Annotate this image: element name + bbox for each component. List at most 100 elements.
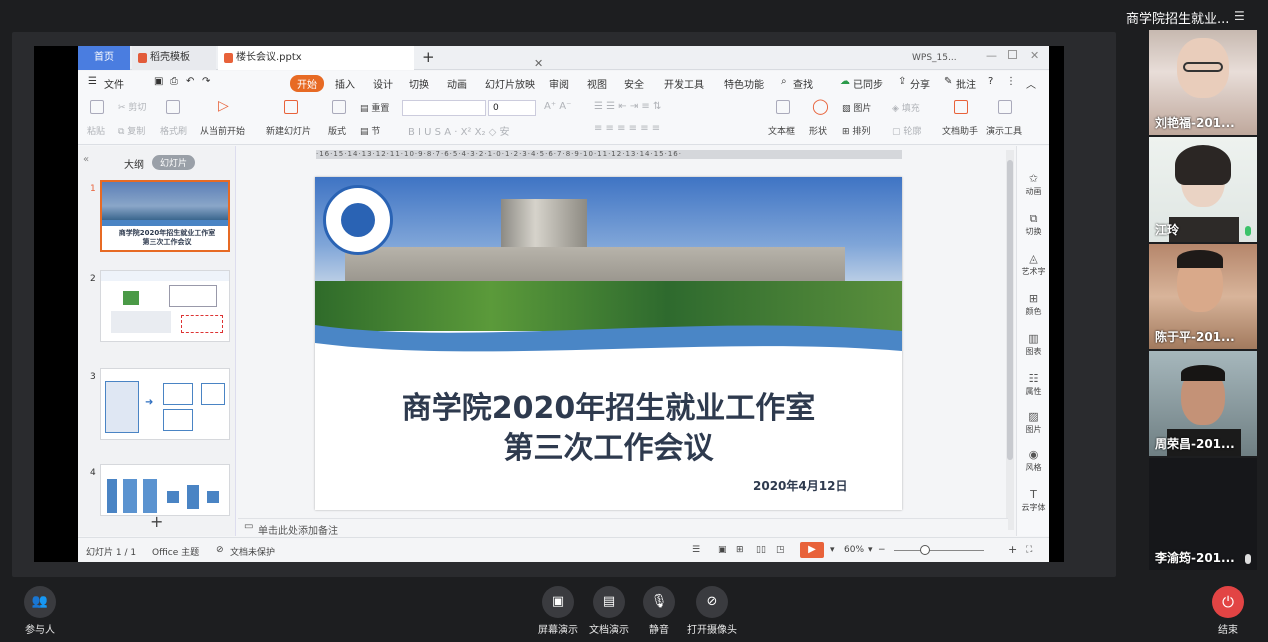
menu-start[interactable]: 开始 [290,75,324,92]
redo-icon[interactable]: ↷ [202,76,210,87]
reset-button[interactable]: ▤ 重置 [360,101,389,114]
side-image[interactable]: ▨ 图片 [1017,410,1049,435]
side-chart[interactable]: ▥ 图表 [1017,332,1049,357]
print-icon[interactable]: ⎙ [170,76,178,87]
play-from-current-icon[interactable]: ▷ [218,98,229,114]
participant-video[interactable]: 刘艳福-201... [1149,30,1257,135]
menu-animation[interactable]: 动画 [447,76,467,91]
presenter-view-icon[interactable]: ◳ [776,545,785,555]
bullets-icon[interactable]: ☰ ☰ ⇤ ⇥ ≡ ⇅ [594,101,661,112]
menu-security[interactable]: 安全 [624,76,644,91]
menu-review[interactable]: 审阅 [549,76,569,91]
collapse-panel-icon[interactable]: « [83,154,89,165]
reading-view-icon[interactable]: ▯▯ [756,545,766,555]
maximize-icon[interactable] [1008,50,1017,59]
hamburger-icon[interactable]: ☰ [88,76,97,87]
side-properties[interactable]: ☷ 属性 [1017,372,1049,397]
participant-video[interactable]: 陈于平-201... [1149,244,1257,349]
zoom-in-icon[interactable]: + [1008,543,1017,556]
format-painter-icon[interactable] [166,100,180,114]
copy-button[interactable]: ⧉ 复制 [118,124,145,137]
tab-templates[interactable]: 稻壳模板 [132,46,216,70]
arrange-button[interactable]: ⊞ 排列 [842,124,870,137]
zoom-slider[interactable] [894,550,984,551]
save-icon[interactable]: ▣ [154,76,163,87]
protection-status[interactable]: 文档未保护 [230,545,275,558]
participant-video[interactable]: 周荣昌-201... [1149,351,1257,456]
font-style-buttons[interactable]: B I U S A · X² X₂ ◇ 安 [408,123,510,138]
play-menu-icon[interactable]: ▾ [830,545,835,555]
shape-icon[interactable]: ◯ [812,97,829,115]
tab-document[interactable]: 楼长会议.pptx ✕ [218,46,543,70]
tab-slides[interactable]: 幻灯片 [152,155,196,170]
sorter-view-icon[interactable]: ⊞ [736,545,744,555]
help-icon[interactable]: ? [988,76,993,87]
menu-features[interactable]: 特色功能 [724,76,764,91]
normal-view-icon[interactable]: ▣ [718,545,727,555]
menu-developer[interactable]: 开发工具 [664,76,704,91]
participant-video[interactable]: 江玲 [1149,137,1257,242]
paste-icon[interactable] [90,100,104,114]
new-slide-button[interactable]: 新建幻灯片 [266,124,311,137]
end-meeting-button[interactable]: ⏻ 结束 [1198,586,1258,636]
new-slide-icon[interactable] [284,100,298,114]
slide-thumbnail-1[interactable]: 商学院2020年招生就业工作室 第三次工作会议 [100,180,230,252]
format-painter-button[interactable]: 格式刷 [160,124,187,137]
doc-assistant-icon[interactable] [954,100,968,114]
menu-transition[interactable]: 切换 [409,76,429,91]
more-icon[interactable]: ⋮ [1006,76,1016,87]
align-icon[interactable]: ≡ ≡ ≡ ≡ ≡ ≡ [594,123,660,134]
play-slideshow-icon[interactable]: ▶ [800,542,824,558]
font-size-field[interactable]: 0 [488,100,536,116]
menu-insert[interactable]: 插入 [335,76,355,91]
layout-button[interactable]: 版式 [328,124,346,137]
shape-button[interactable]: 形状 [809,124,827,137]
side-cloud-font[interactable]: T 云字体 [1017,488,1049,513]
doc-assistant-button[interactable]: 文档助手 [942,124,978,137]
slide-thumbnail-2[interactable] [100,270,230,342]
present-tool-icon[interactable] [998,100,1012,114]
fill-button[interactable]: ◈ 填充 [892,101,920,114]
side-wordart[interactable]: ◬ 艺术字 [1017,252,1049,277]
outline-button[interactable]: ▢ 轮廓 [892,124,921,137]
side-color[interactable]: ⊞ 颜色 [1017,292,1049,317]
slide-canvas[interactable]: 商学院2020年招生就业工作室 第三次工作会议 2020年4月12日 [315,177,902,510]
zoom-out-icon[interactable]: − [878,545,886,555]
fit-window-icon[interactable]: ⛶ [1026,545,1032,555]
side-style[interactable]: ◉ 风格 [1017,448,1049,473]
zoom-menu-icon[interactable]: ▾ [868,545,873,555]
notes-area[interactable]: ▭ 单击此处添加备注 [238,518,1008,537]
menu-view[interactable]: 视图 [587,76,607,91]
camera-button[interactable]: ⊘ 打开摄像头 [680,586,744,636]
font-grow-icon[interactable]: A⁺ A⁻ [544,101,571,112]
menu-share[interactable]: 分享 [910,76,930,91]
vertical-scrollbar[interactable] [1006,150,1014,530]
menu-design[interactable]: 设计 [373,76,393,91]
present-tool-button[interactable]: 演示工具 [986,124,1022,137]
side-animation[interactable]: ✩ 动画 [1017,172,1049,197]
add-slide-button[interactable]: + [150,512,163,531]
menu-search[interactable]: 查找 [793,76,813,91]
new-tab-button[interactable]: + [422,48,435,66]
font-name-field[interactable] [402,100,486,116]
slide-thumbnail-3[interactable]: ➜ [100,368,230,440]
menu-sync[interactable]: 已同步 [853,76,883,91]
participants-button[interactable]: 👥 参与人 [10,586,70,636]
zoom-slider-knob[interactable] [920,545,930,555]
menu-comment[interactable]: 批注 [956,76,976,91]
tab-home[interactable]: 首页 [78,46,130,70]
section-button[interactable]: ▤ 节 [360,124,380,137]
slide-thumbnail-4[interactable] [100,464,230,516]
image-button[interactable]: ▧ 图片 [842,101,871,114]
cut-button[interactable]: ✂ 剪切 [118,100,146,113]
window-close-icon[interactable]: ✕ [1030,49,1039,62]
side-transition[interactable]: ⧉ 切换 [1017,212,1049,237]
notes-toggle-icon[interactable]: ☰ [692,545,700,555]
textbox-button[interactable]: 文本框 [768,124,795,137]
search-icon[interactable]: ⌕ [781,76,787,87]
menu-slideshow[interactable]: 幻灯片放映 [485,76,535,91]
paste-button[interactable]: 粘贴 [87,124,105,137]
undo-icon[interactable]: ↶ [186,76,194,87]
menu-file[interactable]: 文件 [104,76,124,91]
layout-icon[interactable] [332,100,346,114]
